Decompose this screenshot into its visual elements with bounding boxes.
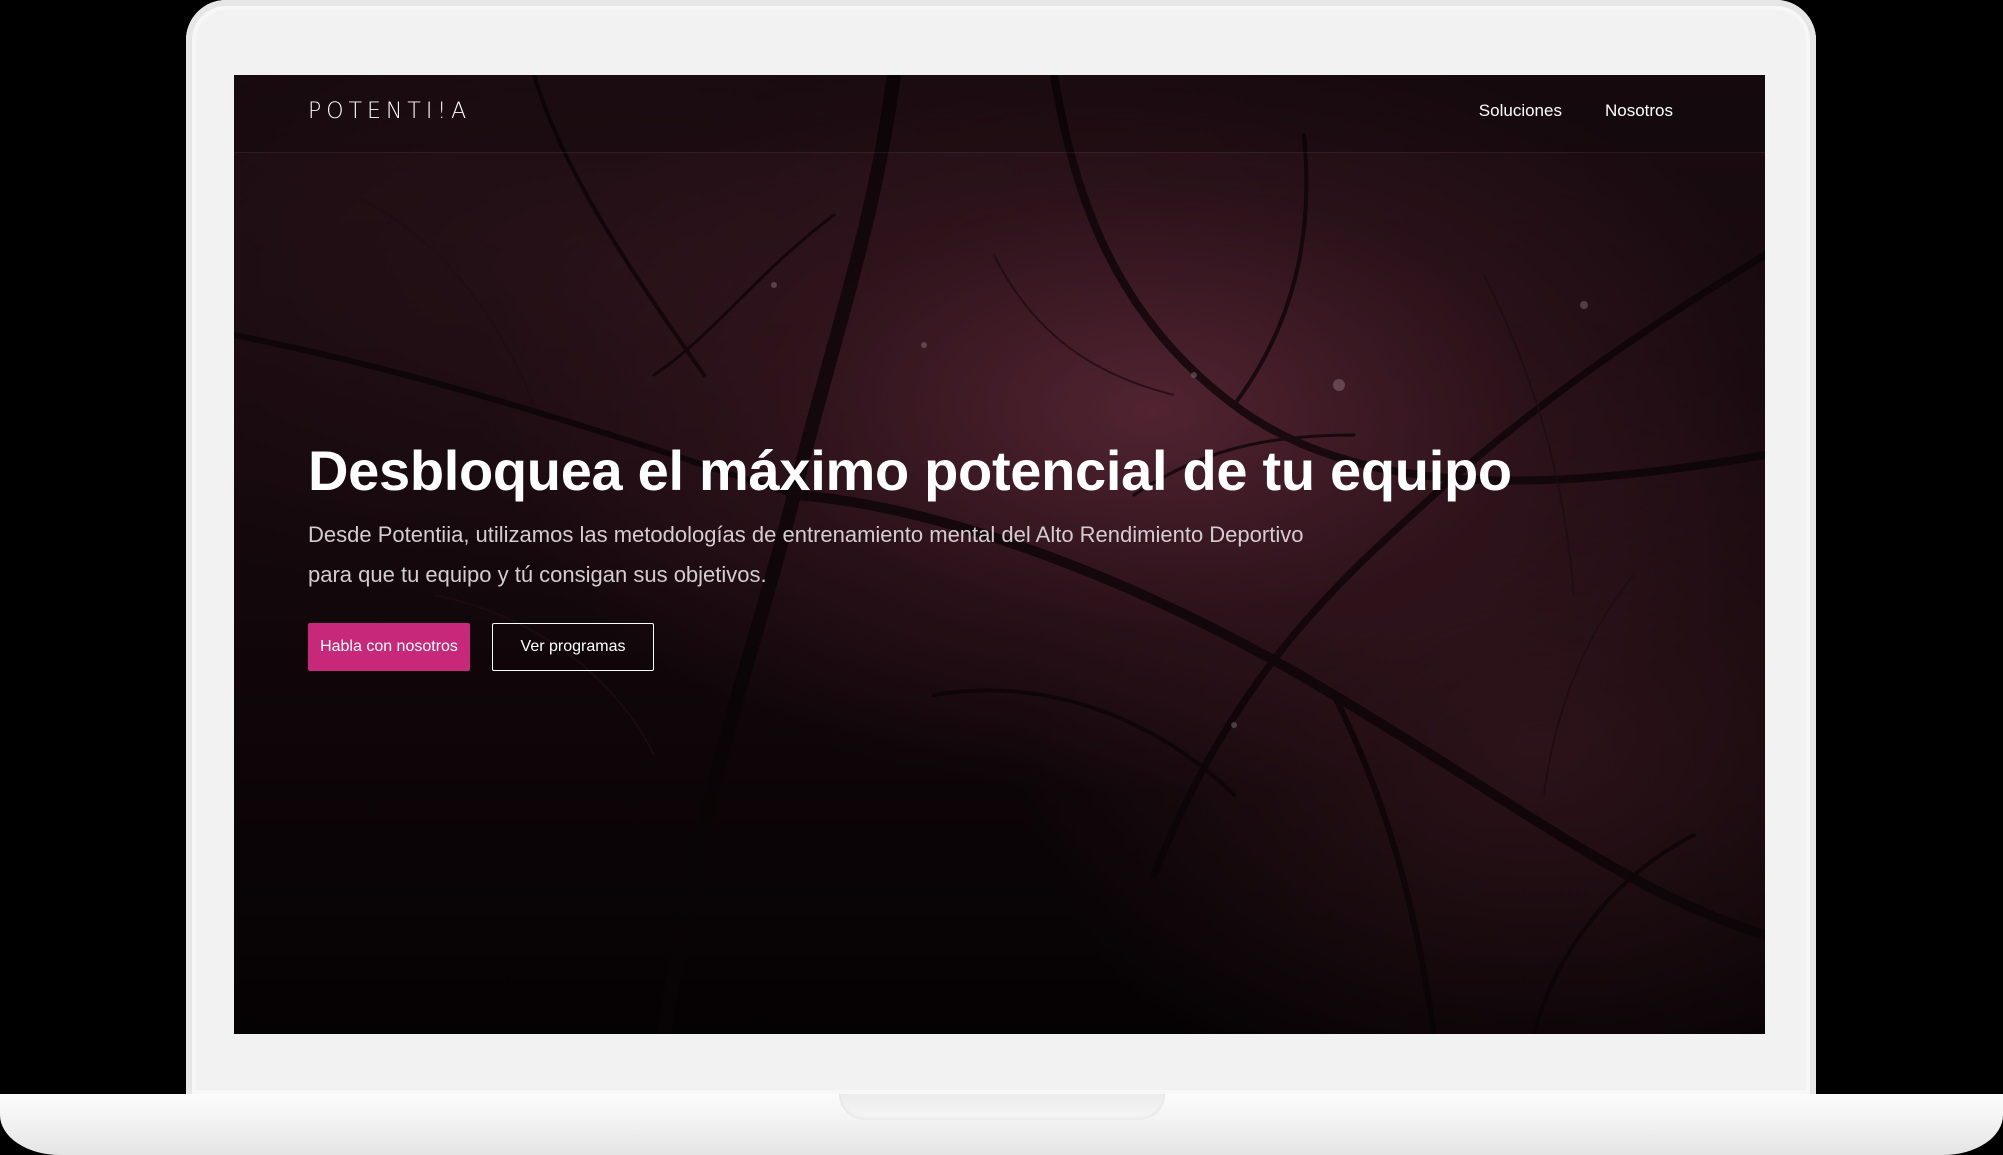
laptop-base xyxy=(0,1094,2003,1155)
hero-title: Desbloquea el máximo potencial de tu equ… xyxy=(308,439,1512,502)
laptop-notch xyxy=(839,1094,1165,1120)
nav-item-nosotros[interactable]: Nosotros xyxy=(1605,101,1673,121)
main-nav: Soluciones Nosotros xyxy=(1479,101,1673,121)
hero-buttons: Habla con nosotros Ver programas xyxy=(308,623,1608,672)
brand-logo[interactable]: POTENTI!A xyxy=(308,99,471,124)
hero-subtitle: Desde Potentiia, utilizamos las metodolo… xyxy=(308,522,1304,588)
website-screen: POTENTI!A Soluciones Nosotros Desbloquea… xyxy=(234,75,1765,1034)
hero-section: Desbloquea el máximo potencial de tu equ… xyxy=(308,437,1608,672)
top-navbar: POTENTI!A Soluciones Nosotros xyxy=(234,75,1765,153)
view-programs-button[interactable]: Ver programas xyxy=(492,623,654,672)
contact-us-button[interactable]: Habla con nosotros xyxy=(308,623,470,672)
nav-item-soluciones[interactable]: Soluciones xyxy=(1479,101,1562,121)
